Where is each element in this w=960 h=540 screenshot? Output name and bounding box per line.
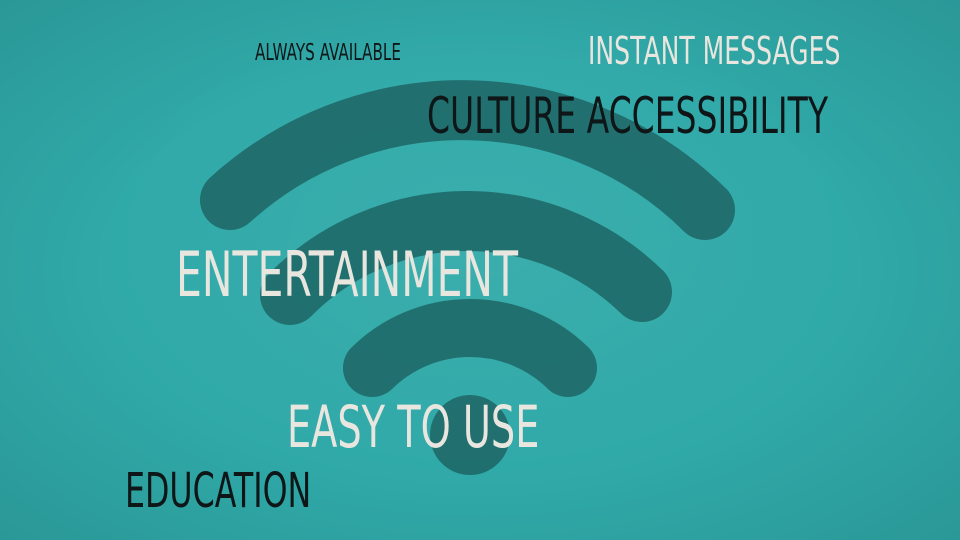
word-entertainment: ENTERTAINMENT: [176, 238, 519, 311]
word-education: EDUCATION: [125, 463, 312, 519]
word-instant-messages: INSTANT MESSAGES: [588, 29, 841, 73]
word-culture-accessibility: CULTURE ACCESSIBILITY: [427, 87, 828, 145]
wifi-inner-arc: [343, 299, 597, 397]
word-easy-to-use: EASY TO USE: [287, 393, 540, 461]
word-always-available: ALWAYS AVAILABLE: [255, 40, 401, 66]
